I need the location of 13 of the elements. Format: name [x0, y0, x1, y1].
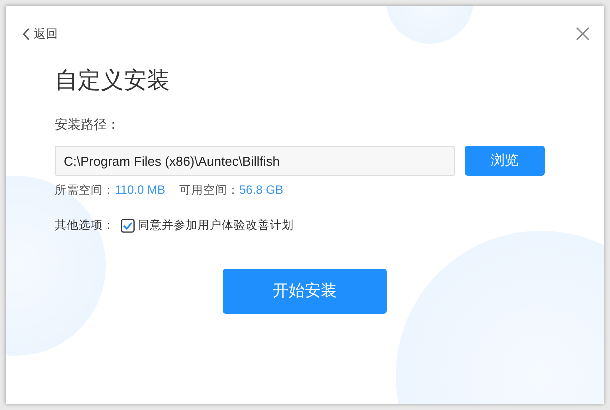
close-icon[interactable] [576, 27, 590, 41]
options-label: 其他选项： [55, 218, 115, 233]
space-value: 110.0 MB [115, 183, 166, 197]
space-label: 所需空间： [55, 183, 115, 197]
checkbox[interactable] [121, 218, 135, 232]
space-value: 56.8 GB [239, 183, 284, 197]
space-label: 可用空间： [179, 183, 240, 197]
path-label: 安装路径： [55, 117, 121, 134]
back-link[interactable]: 返回 [22, 26, 58, 42]
option-label: 同意并参加用户体验改善计划 [138, 218, 294, 233]
dialog-title: 自定义安装 [55, 67, 171, 96]
path-field[interactable]: C:\Program Files (x86)\Auntec\Billfish [55, 146, 455, 176]
chevron-left-icon [22, 28, 31, 40]
